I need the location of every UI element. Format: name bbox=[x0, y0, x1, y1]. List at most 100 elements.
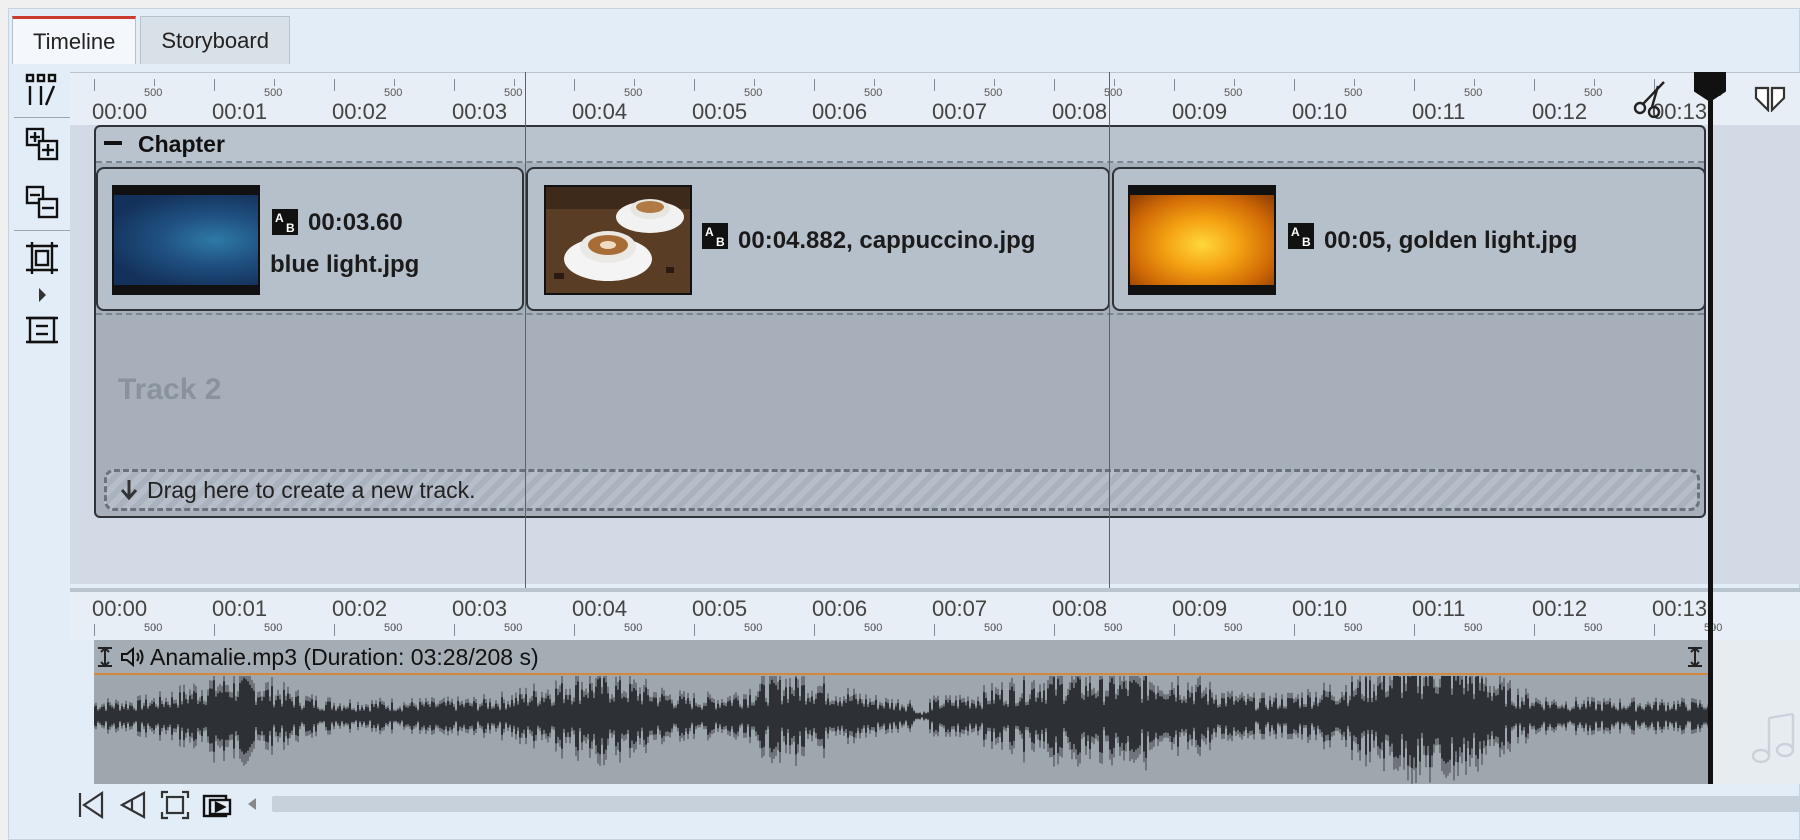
step-back-icon[interactable] bbox=[116, 788, 150, 822]
resize-handle-icon[interactable] bbox=[96, 646, 114, 668]
tab-storyboard[interactable]: Storyboard bbox=[140, 16, 290, 64]
ruler-label: 00:05 bbox=[692, 596, 748, 621]
ruler-label: 00:04 bbox=[572, 99, 628, 124]
volume-line[interactable] bbox=[94, 673, 1709, 675]
ruler-sub-label: 500 bbox=[864, 87, 883, 99]
ruler-tick bbox=[1414, 624, 1415, 636]
ruler-subtick bbox=[1114, 624, 1115, 631]
expand-frame-icon[interactable] bbox=[22, 310, 62, 350]
ruler-label: 00:03 bbox=[452, 596, 508, 621]
ruler-label: 00:09 bbox=[1172, 99, 1228, 124]
ruler-label: 00:01 bbox=[212, 596, 268, 621]
ruler-label: 00:11 bbox=[1412, 99, 1466, 124]
ruler-tick bbox=[1174, 624, 1175, 636]
horizontal-scrollbar[interactable] bbox=[272, 796, 1800, 812]
arrow-down-icon bbox=[120, 480, 138, 501]
ruler-sub-label: 500 bbox=[1464, 87, 1483, 99]
ruler-tick bbox=[1054, 79, 1055, 91]
transition-ab-icon[interactable]: AB bbox=[272, 209, 298, 235]
ruler-subtick bbox=[1714, 624, 1715, 631]
ruler-sub-label: 500 bbox=[984, 87, 1003, 99]
zoom-fit-icon[interactable] bbox=[158, 788, 192, 822]
ruler-label: 00:13 bbox=[1652, 596, 1708, 621]
chapter-block[interactable]: Chapter AB 00:03.60 blue light.jpg A B 0… bbox=[94, 125, 1706, 518]
collapse-icon[interactable] bbox=[104, 141, 122, 145]
scissors-icon[interactable] bbox=[1632, 78, 1670, 118]
timeline-area[interactable]: 00:00 500 00:01 500 00:02 500 00:03 500 00:04 500… bbox=[70, 72, 1800, 584]
clip-blue-light[interactable]: AB 00:03.60 blue light.jpg bbox=[96, 167, 524, 311]
expand-arrow-icon[interactable] bbox=[39, 288, 46, 302]
ruler-tick bbox=[214, 79, 215, 91]
ruler-label: 00:04 bbox=[572, 596, 628, 621]
ruler-subtick bbox=[394, 624, 395, 631]
fit-frame-icon[interactable] bbox=[22, 238, 62, 278]
track-1[interactable]: AB 00:03.60 blue light.jpg A B 00:04.882… bbox=[96, 165, 1706, 315]
ruler-sub-label: 500 bbox=[744, 87, 763, 99]
go-start-icon[interactable] bbox=[74, 788, 108, 822]
ruler-subtick bbox=[874, 624, 875, 631]
ruler-label: 00:00 bbox=[92, 596, 148, 621]
clip-thumbnail bbox=[112, 185, 260, 295]
ruler-subtick bbox=[1354, 79, 1355, 86]
ruler-tick bbox=[214, 624, 215, 636]
clip-label: 00:04.882, cappuccino.jpg bbox=[738, 227, 1036, 254]
time-ruler[interactable]: 00:00 500 00:01 500 00:02 500 00:03 500 00:04 500… bbox=[70, 73, 1800, 125]
ruler-subtick bbox=[514, 624, 515, 631]
audio-waveform bbox=[94, 676, 1709, 784]
tab-timeline[interactable]: Timeline bbox=[12, 16, 137, 64]
clip-golden-light[interactable]: AB 00:05, golden light.jpg bbox=[1112, 167, 1706, 311]
ruler-label: 00:09 bbox=[1172, 596, 1228, 621]
toolbar-separator bbox=[14, 117, 70, 118]
new-track-dropzone[interactable]: Drag here to create a new track. bbox=[104, 469, 1700, 511]
audio-track[interactable]: Anamalie.mp3 (Duration: 03:28/208 s) bbox=[94, 640, 1709, 784]
clip-label: 00:05, golden light.jpg bbox=[1324, 227, 1578, 254]
ruler-label: 00:08 bbox=[1052, 596, 1108, 621]
ruler-label: 00:08 bbox=[1052, 99, 1108, 124]
preview-icon[interactable] bbox=[200, 788, 234, 822]
ruler-subtick bbox=[1234, 79, 1235, 86]
track-2[interactable]: Track 2 bbox=[96, 317, 1704, 467]
remove-track-icon[interactable] bbox=[22, 182, 62, 222]
ruler-sub-label: 500 bbox=[144, 87, 163, 99]
ruler-tick bbox=[694, 624, 695, 636]
speaker-icon[interactable] bbox=[120, 646, 146, 668]
clip-thumbnail bbox=[544, 185, 692, 295]
ruler-label: 00:12 bbox=[1532, 99, 1588, 124]
ruler-subtick bbox=[154, 624, 155, 631]
transition-ab-icon[interactable]: AB bbox=[702, 223, 728, 249]
ruler-tick bbox=[94, 624, 95, 636]
ruler-subtick bbox=[274, 624, 275, 631]
audio-time-ruler[interactable]: 00:0050000:0150000:0250000:0350000:04500… bbox=[70, 588, 1800, 640]
ruler-tick bbox=[334, 79, 335, 91]
ruler-tick bbox=[1654, 624, 1655, 636]
chapter-title: Chapter bbox=[138, 131, 225, 157]
chapter-header[interactable]: Chapter bbox=[96, 127, 1704, 163]
ruler-sub-label: 500 bbox=[1344, 87, 1363, 99]
clip-cappuccino[interactable]: AB 00:04.882, cappuccino.jpg bbox=[526, 167, 1110, 311]
ruler-tick bbox=[1174, 79, 1175, 91]
music-note-icon bbox=[1751, 712, 1795, 764]
timeline-tracks-icon[interactable] bbox=[22, 70, 62, 110]
ruler-tick bbox=[94, 79, 95, 91]
transition-ab-icon[interactable]: AB bbox=[1288, 223, 1314, 249]
ruler-tick bbox=[574, 79, 575, 91]
ruler-subtick bbox=[1594, 624, 1595, 631]
ruler-subtick bbox=[1594, 79, 1595, 86]
ruler-sub-label: 500 bbox=[264, 87, 283, 99]
scroll-left-icon[interactable] bbox=[248, 798, 256, 810]
split-marker-icon[interactable] bbox=[1754, 86, 1786, 112]
ruler-subtick bbox=[514, 79, 515, 86]
ruler-label: 00:05 bbox=[692, 99, 748, 124]
ruler-sub-label: 500 bbox=[1584, 87, 1603, 99]
ruler-tick bbox=[1534, 624, 1535, 636]
track-label: Track 2 bbox=[118, 373, 222, 406]
ruler-subtick bbox=[394, 79, 395, 86]
playhead-line[interactable] bbox=[1708, 72, 1713, 784]
add-track-icon[interactable] bbox=[22, 124, 62, 164]
ruler-sub-label: 500 bbox=[384, 87, 403, 99]
ruler-sub-label: 500 bbox=[1224, 87, 1243, 99]
ruler-tick bbox=[1534, 79, 1535, 91]
ruler-tick bbox=[934, 79, 935, 91]
ruler-subtick bbox=[994, 79, 995, 86]
resize-handle-icon[interactable] bbox=[1686, 646, 1704, 668]
